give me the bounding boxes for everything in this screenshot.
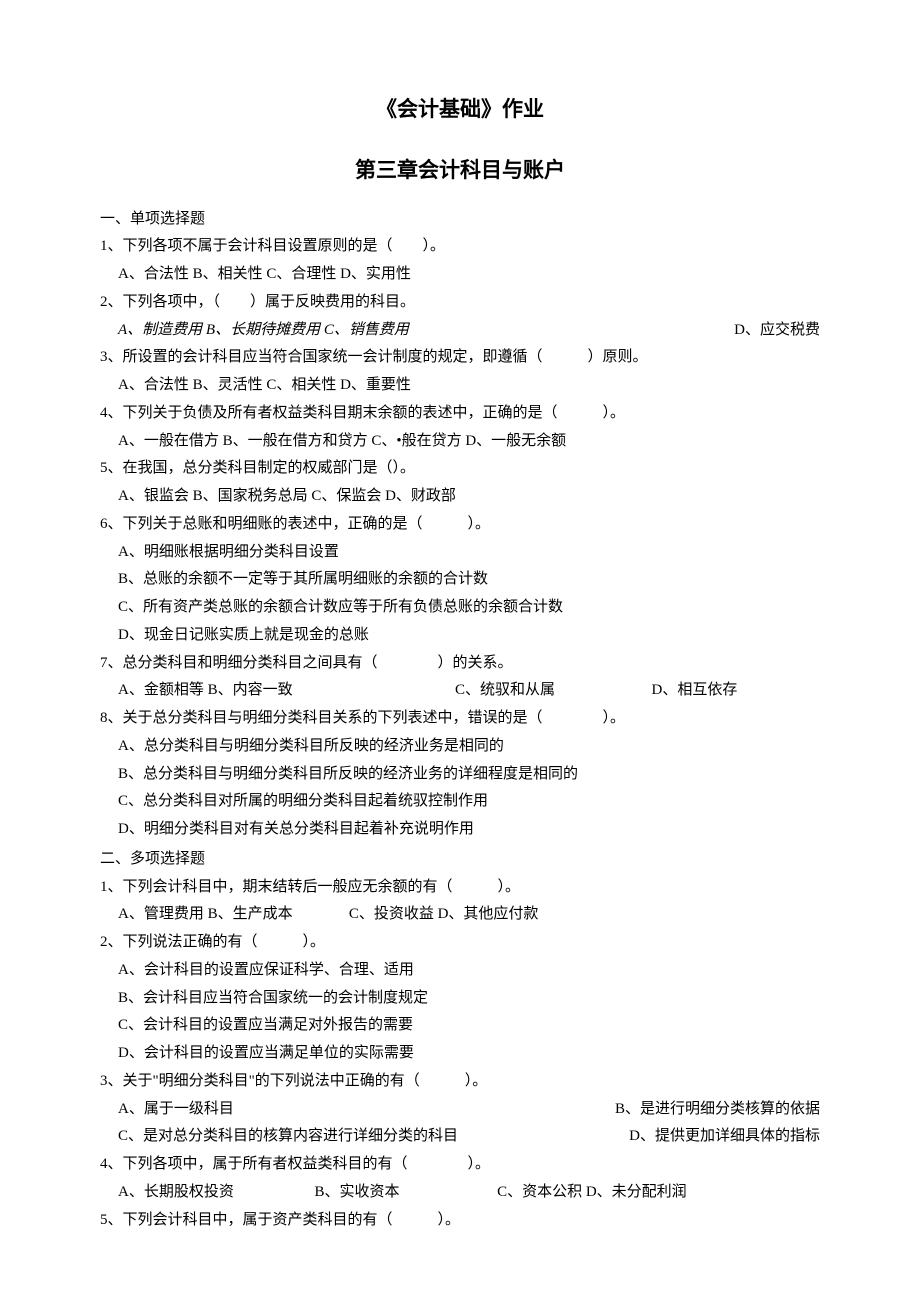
s1-q5-opts: A、银监会 B、国家税务总局 C、保监会 D、财政部 bbox=[100, 483, 820, 511]
s2-q5-stem: 5、下列会计科目中，属于资产类科目的有（ ）。 bbox=[100, 1207, 820, 1235]
s2-q4-b: B、实收资本 bbox=[315, 1179, 498, 1207]
s2-q3-row2: C、是对总分类科目的核算内容进行详细分类的科目 D、提供更加详细具体的指标 bbox=[100, 1123, 820, 1151]
s1-q7-d: D、相互依存 bbox=[652, 677, 821, 705]
s1-q8-d: D、明细分类科目对有关总分类科目起着补充说明作用 bbox=[100, 816, 820, 844]
s2-q1-stem: 1、下列会计科目中，期末结转后一般应无余额的有（ ）。 bbox=[100, 874, 820, 902]
s1-q6-b: B、总账的余额不一定等于其所属明细账的余额的合计数 bbox=[100, 566, 820, 594]
s1-q5-stem: 5、在我国，总分类科目制定的权威部门是（）。 bbox=[100, 455, 820, 483]
section-1-heading: 一、单项选择题 bbox=[100, 206, 820, 234]
page-title: 《会计基础》作业 bbox=[100, 90, 820, 129]
s1-q3-stem: 3、所设置的会计科目应当符合国家统一会计制度的规定，即遵循（ ）原则。 bbox=[100, 344, 820, 372]
s1-q6-stem: 6、下列关于总账和明细账的表述中，正确的是（ ）。 bbox=[100, 511, 820, 539]
s2-q2-stem: 2、下列说法正确的有（ ）。 bbox=[100, 929, 820, 957]
s1-q2-opts: A、制造费用 B、长期待摊费用 C、销售费用 D、应交税费 bbox=[100, 317, 820, 345]
s1-q7-stem: 7、总分类科目和明细分类科目之间具有（ ）的关系。 bbox=[100, 650, 820, 678]
s1-q1-opts: A、合法性 B、相关性 C、合理性 D、实用性 bbox=[100, 261, 820, 289]
s2-q3-b: B、是进行明细分类核算的依据 bbox=[615, 1096, 820, 1124]
s2-q3-a: A、属于一级科目 bbox=[118, 1096, 234, 1124]
s2-q3-stem: 3、关于"明细分类科目"的下列说法中正确的有（ ）。 bbox=[100, 1068, 820, 1096]
s2-q2-b: B、会计科目应当符合国家统一的会计制度规定 bbox=[100, 985, 820, 1013]
s1-q6-c: C、所有资产类总账的余额合计数应等于所有负债总账的余额合计数 bbox=[100, 594, 820, 622]
s1-q7-opts: A、金额相等 B、内容一致 C、统驭和从属 D、相互依存 bbox=[100, 677, 820, 705]
s2-q4-cd: C、资本公积 D、未分配利润 bbox=[497, 1179, 820, 1207]
s1-q8-c: C、总分类科目对所属的明细分类科目起着统驭控制作用 bbox=[100, 788, 820, 816]
s1-q7-c: C、统驭和从属 bbox=[455, 677, 652, 705]
s1-q1-stem: 1、下列各项不属于会计科目设置原则的是（ ）。 bbox=[100, 233, 820, 261]
s1-q6-a: A、明细账根据明细分类科目设置 bbox=[100, 539, 820, 567]
s2-q1-opts: A、管理费用 B、生产成本 C、投资收益 D、其他应付款 bbox=[100, 901, 820, 929]
s2-q2-a: A、会计科目的设置应保证科学、合理、适用 bbox=[100, 957, 820, 985]
section-2-heading: 二、多项选择题 bbox=[100, 846, 820, 874]
s2-q3-row1: A、属于一级科目 B、是进行明细分类核算的依据 bbox=[100, 1096, 820, 1124]
s2-q1-cd: C、投资收益 D、其他应付款 bbox=[349, 906, 539, 922]
s1-q3-opts: A、合法性 B、灵活性 C、相关性 D、重要性 bbox=[100, 372, 820, 400]
s1-q4-opts: A、一般在借方 B、一般在借方和贷方 C、•般在贷方 D、一般无余额 bbox=[100, 428, 820, 456]
s2-q4-a: A、长期股权投资 bbox=[118, 1179, 315, 1207]
s2-q2-d: D、会计科目的设置应当满足单位的实际需要 bbox=[100, 1040, 820, 1068]
s1-q4-stem: 4、下列关于负债及所有者权益类科目期末余额的表述中，正确的是（ ）。 bbox=[100, 400, 820, 428]
s2-q4-stem: 4、下列各项中，属于所有者权益类科目的有（ ）。 bbox=[100, 1151, 820, 1179]
s1-q2-opts-left: A、制造费用 B、长期待摊费用 C、销售费用 bbox=[118, 317, 674, 345]
s1-q7-ab: A、金额相等 B、内容一致 bbox=[118, 677, 455, 705]
s1-q8-a: A、总分类科目与明细分类科目所反映的经济业务是相同的 bbox=[100, 733, 820, 761]
s1-q2-opts-right: D、应交税费 bbox=[734, 317, 820, 345]
s1-q8-b: B、总分类科目与明细分类科目所反映的经济业务的详细程度是相同的 bbox=[100, 761, 820, 789]
s2-q3-d: D、提供更加详细具体的指标 bbox=[629, 1123, 820, 1151]
chapter-title: 第三章会计科目与账户 bbox=[100, 151, 820, 190]
s2-q4-opts: A、长期股权投资 B、实收资本 C、资本公积 D、未分配利润 bbox=[100, 1179, 820, 1207]
s2-q3-c: C、是对总分类科目的核算内容进行详细分类的科目 bbox=[118, 1123, 458, 1151]
s1-q8-stem: 8、关于总分类科目与明细分类科目关系的下列表述中，错误的是（ ）。 bbox=[100, 705, 820, 733]
s2-q2-c: C、会计科目的设置应当满足对外报告的需要 bbox=[100, 1012, 820, 1040]
s2-q1-ab: A、管理费用 B、生产成本 bbox=[118, 906, 293, 922]
s1-q2-stem: 2、下列各项中，（ ）属于反映费用的科目。 bbox=[100, 289, 820, 317]
s1-q6-d: D、现金日记账实质上就是现金的总账 bbox=[100, 622, 820, 650]
